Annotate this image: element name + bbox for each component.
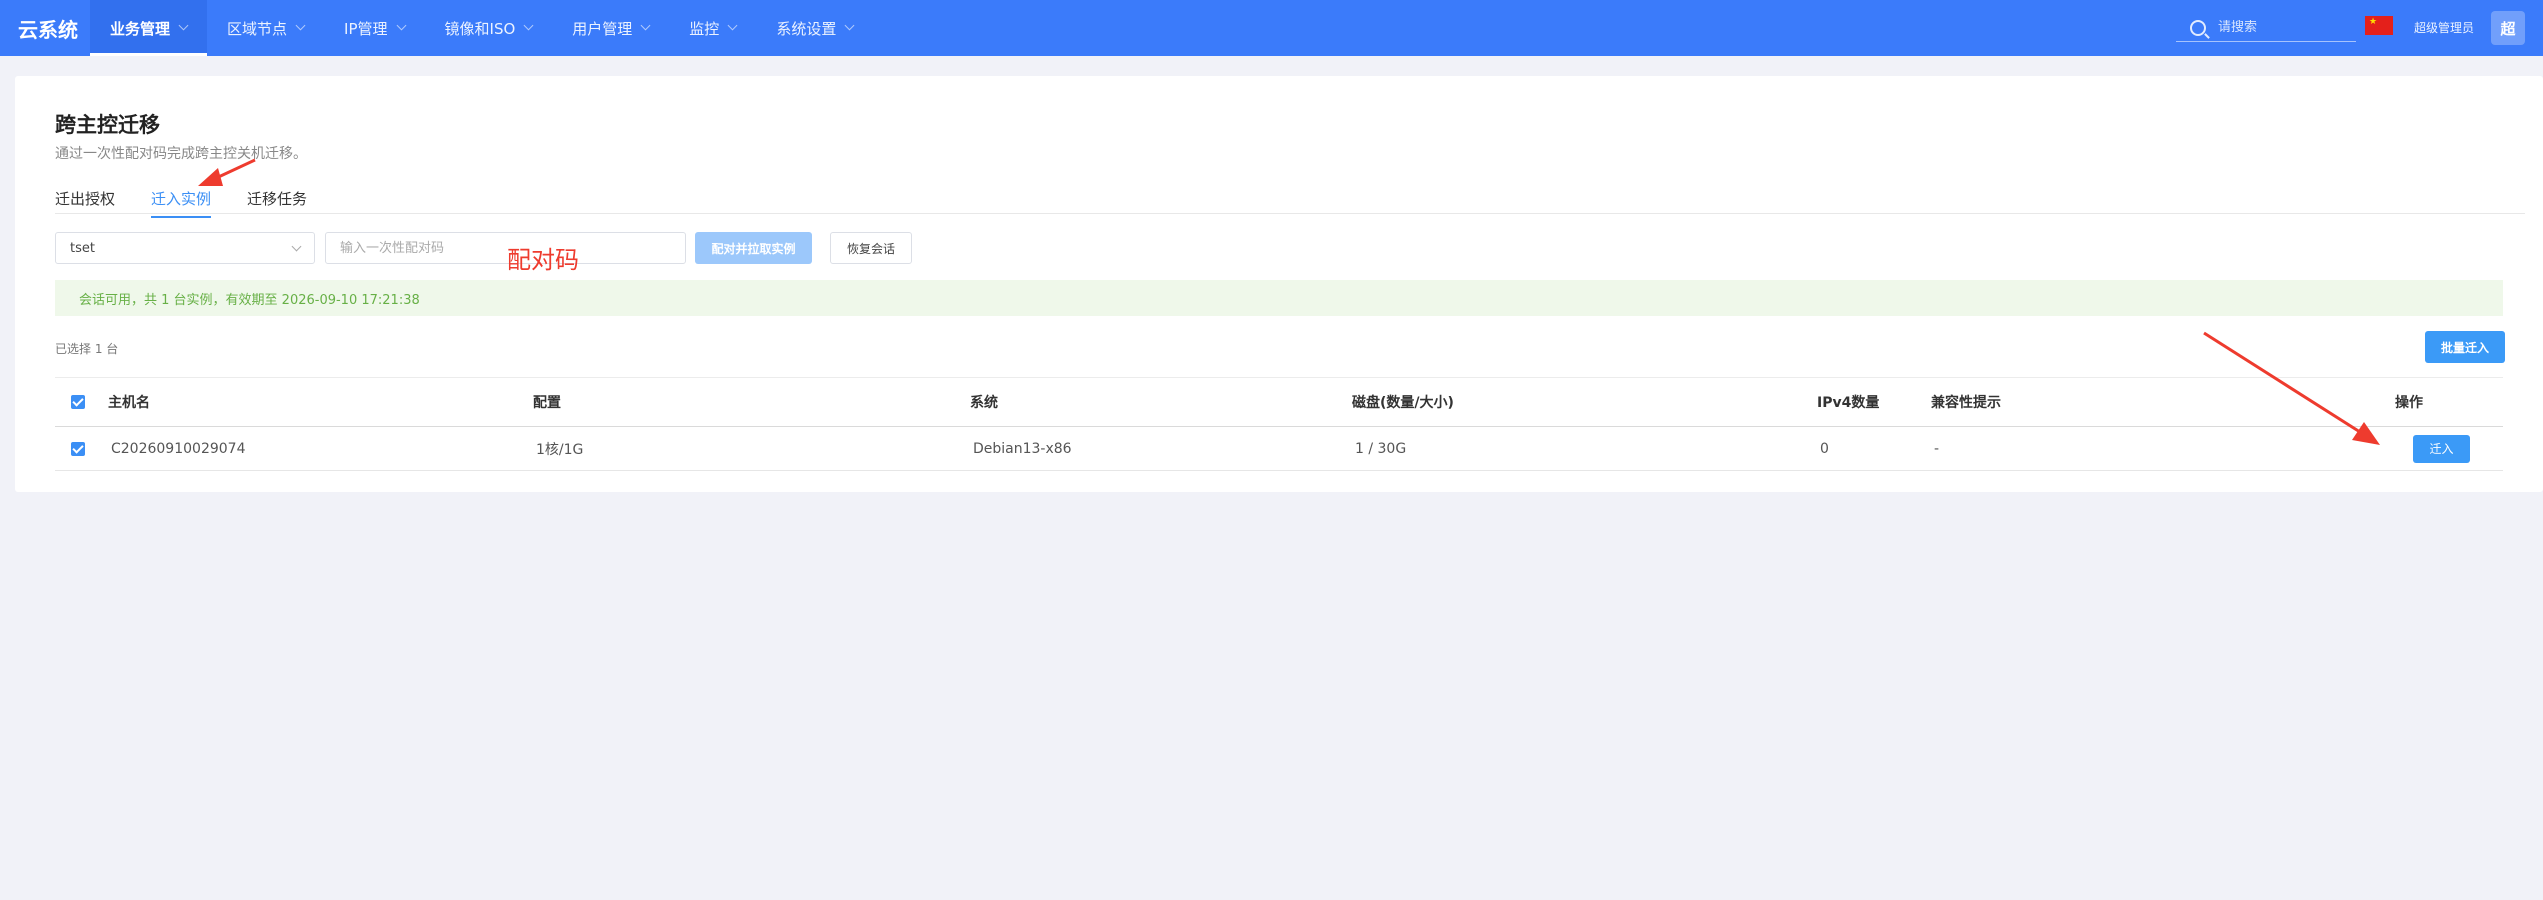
top-navbar: 云系统 业务管理 区域节点 IP管理 镜像和ISO 用户管理 监控 系统设置 ★… [0,0,2543,56]
row-checkbox[interactable] [71,441,85,456]
source-select[interactable]: tset [55,232,315,264]
nav-item-label: 镜像和ISO [444,19,516,38]
chevron-down-icon [291,241,302,252]
migrate-in-button[interactable]: 迁入 [2413,434,2470,463]
cell-compat: - [1934,440,1940,457]
page-title: 跨主控迁移 [55,113,160,137]
nav-item-label: 系统设置 [776,19,837,38]
cell-disk: 1 / 30G [1355,440,1407,457]
chevron-down-icon [295,20,306,31]
nav-item-label: 业务管理 [110,19,171,38]
star-icon: ★ [2369,17,2378,27]
chevron-down-icon [640,20,651,31]
tab-import-instances[interactable]: 迁入实例 [151,188,212,218]
table-row: C20260910029074 1核/1G Debian13-x86 1 / 3… [55,427,2503,471]
selected-count: 已选择 1 台 [55,342,119,356]
tab-export-auth[interactable]: 迁出授权 [55,188,115,209]
session-alert: 会话可用，共 1 台实例，有效期至 2026-09-10 17:21:38 [55,280,2503,316]
header-disk: 磁盘(数量/大小) [1352,395,1454,411]
header-compat: 兼容性提示 [1931,395,2001,411]
nav-item-monitor[interactable]: 监控 [669,0,756,56]
nav-item-label: 监控 [689,19,720,38]
tab-migration-tasks[interactable]: 迁移任务 [247,188,307,209]
page-subtitle: 通过一次性配对码完成跨主控关机迁移。 [55,146,307,162]
nav-item-regions[interactable]: 区域节点 [207,0,324,56]
header-ipv4: IPv4数量 [1817,395,1880,411]
annotation-label: 配对码 [507,246,579,274]
nav-item-users[interactable]: 用户管理 [552,0,669,56]
nav-item-label: 用户管理 [572,19,633,38]
select-all-checkbox[interactable] [71,395,85,409]
header-action: 操作 [2395,395,2423,411]
brand-logo[interactable]: 云系统 [18,14,78,43]
nav-item-ip[interactable]: IP管理 [324,0,424,56]
cell-ipv4: 0 [1820,440,1829,457]
tab-bar: 迁出授权 迁入实例 迁移任务 [55,180,2525,218]
search-input[interactable] [2218,20,2348,35]
content-card: 跨主控迁移 通过一次性配对码完成跨主控关机迁移。 迁出授权 迁入实例 迁移任务 … [15,76,2543,492]
chevron-down-icon [844,20,855,31]
restore-session-button[interactable]: 恢复会话 [830,232,912,264]
china-flag-icon[interactable]: ★ [2365,16,2393,35]
nav-item-label: IP管理 [344,19,388,38]
header-system: 系统 [970,395,998,411]
nav-item-label: 区域节点 [227,19,288,38]
chevron-down-icon [396,20,406,31]
cell-hostname: C20260910029074 [111,440,246,457]
user-name[interactable]: 超级管理员 [2414,19,2474,36]
instances-table: 主机名 配置 系统 磁盘(数量/大小) IPv4数量 兼容性提示 操作 C202… [55,377,2503,471]
chevron-down-icon [523,20,534,31]
main-nav: 业务管理 区域节点 IP管理 镜像和ISO 用户管理 监控 系统设置 [90,0,873,56]
select-value: tset [70,240,95,256]
global-search [2176,14,2356,42]
header-config: 配置 [533,395,561,411]
cell-config: 1核/1G [536,441,584,458]
nav-item-images[interactable]: 镜像和ISO [425,0,553,56]
header-hostname: 主机名 [108,395,150,411]
chevron-down-icon [178,20,189,31]
pairing-code-input[interactable] [325,232,686,264]
chevron-down-icon [727,20,738,31]
table-body: C20260910029074 1核/1G Debian13-x86 1 / 3… [55,427,2503,471]
table-header-row: 主机名 配置 系统 磁盘(数量/大小) IPv4数量 兼容性提示 操作 [55,377,2503,427]
batch-import-button[interactable]: 批量迁入 [2425,331,2505,363]
avatar[interactable]: 超 [2491,11,2525,45]
cell-system: Debian13-x86 [973,440,1072,457]
pair-fetch-button[interactable]: 配对并拉取实例 [695,232,812,264]
search-icon[interactable] [2190,19,2206,36]
nav-item-business[interactable]: 业务管理 [90,0,208,56]
nav-item-settings[interactable]: 系统设置 [756,0,873,56]
